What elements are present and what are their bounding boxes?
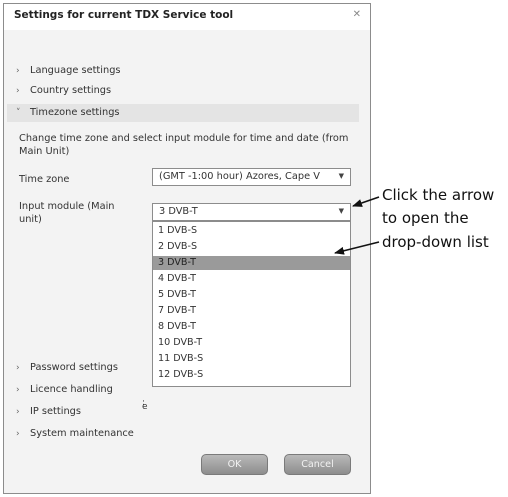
arrow-to-dropdown-list [334, 241, 380, 255]
arrow-to-dropdown-button [352, 196, 380, 207]
callout-click-arrow-line2: to open the [382, 209, 469, 227]
callout-click-arrow-line1: Click the arrow [382, 186, 495, 204]
callout-dropdown-list: drop-down list [382, 233, 489, 251]
